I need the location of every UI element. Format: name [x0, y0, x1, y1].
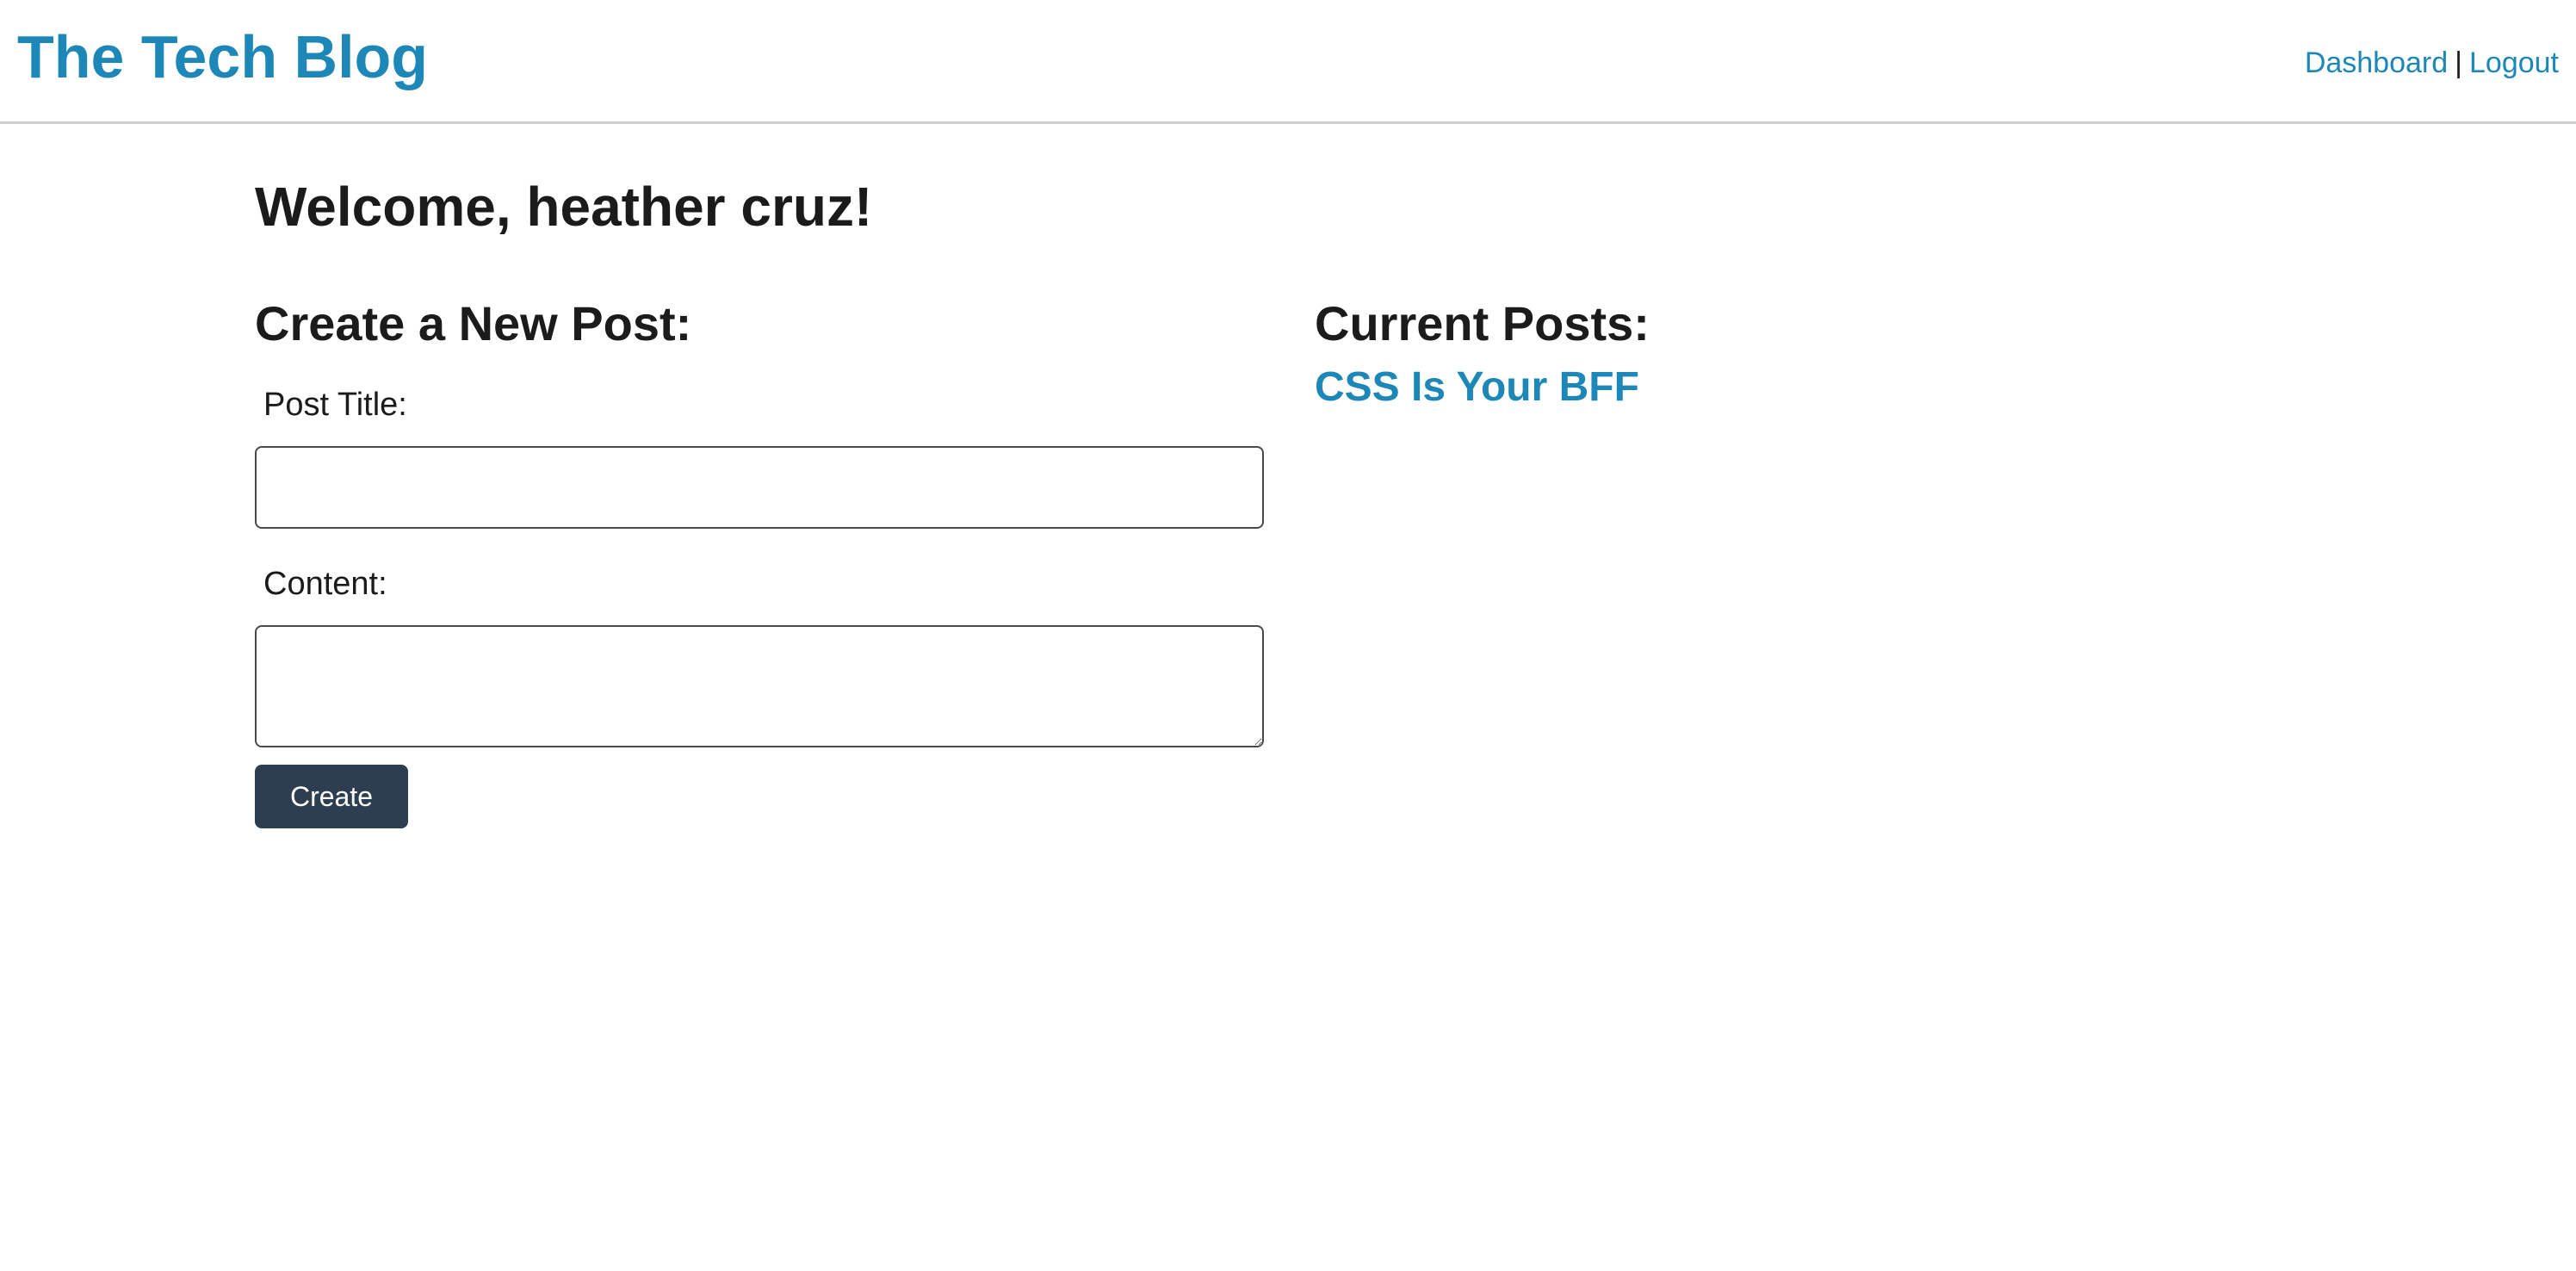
post-title-label: Post Title:	[263, 387, 407, 423]
welcome-heading: Welcome, heather cruz!	[255, 176, 873, 238]
current-posts-heading: Current Posts:	[1315, 296, 1650, 350]
post-link[interactable]: CSS Is Your BFF	[1315, 360, 1639, 415]
current-posts-section: Current Posts: CSS Is Your BFF	[1315, 289, 2176, 415]
site-title-link[interactable]: The Tech Blog	[17, 21, 428, 93]
logout-link[interactable]: Logout	[2469, 46, 2559, 79]
dashboard-link[interactable]: Dashboard	[2305, 46, 2448, 79]
page: The Tech Blog Dashboard | Logout Welcome, …	[0, 0, 2576, 1271]
nav-separator: |	[2455, 46, 2462, 79]
header-nav: Dashboard | Logout	[2305, 43, 2559, 83]
create-post-heading: Create a New Post:	[255, 296, 692, 350]
site-header: The Tech Blog Dashboard | Logout	[0, 0, 2576, 124]
create-post-section: Create a New Post: Post Title: Content: …	[255, 289, 1264, 828]
post-content-textarea[interactable]	[255, 625, 1264, 747]
post-title-input[interactable]	[255, 446, 1264, 529]
post-content-label: Content:	[263, 566, 387, 602]
create-button[interactable]: Create	[255, 765, 408, 828]
